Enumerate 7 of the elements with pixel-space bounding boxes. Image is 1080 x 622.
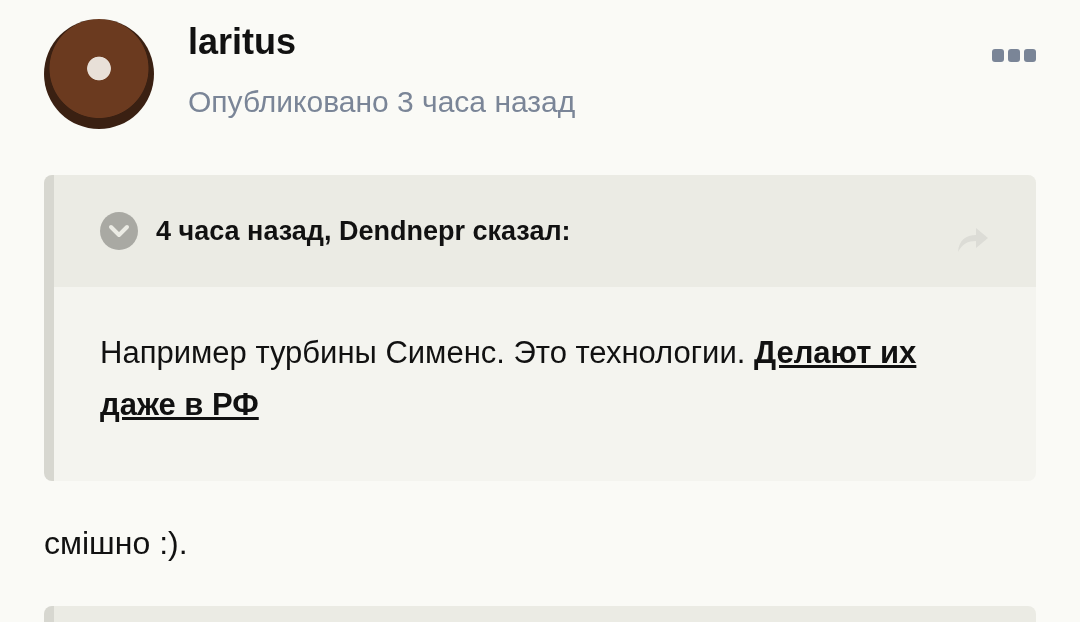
post-text: смішно :).: [44, 524, 189, 563]
more-options-icon[interactable]: [992, 49, 1036, 63]
chevron-down-icon[interactable]: [100, 212, 138, 250]
quote-text: Например турбины Сименс. Это технологии. Делают их даже в РФ: [99, 334, 918, 424]
author-name[interactable]: laritus: [188, 21, 958, 63]
quote-attribution: 4 часа назад, Dendnepr сказал:: [156, 215, 572, 247]
publish-time: Опубликовано 3 часа назад: [188, 85, 577, 119]
